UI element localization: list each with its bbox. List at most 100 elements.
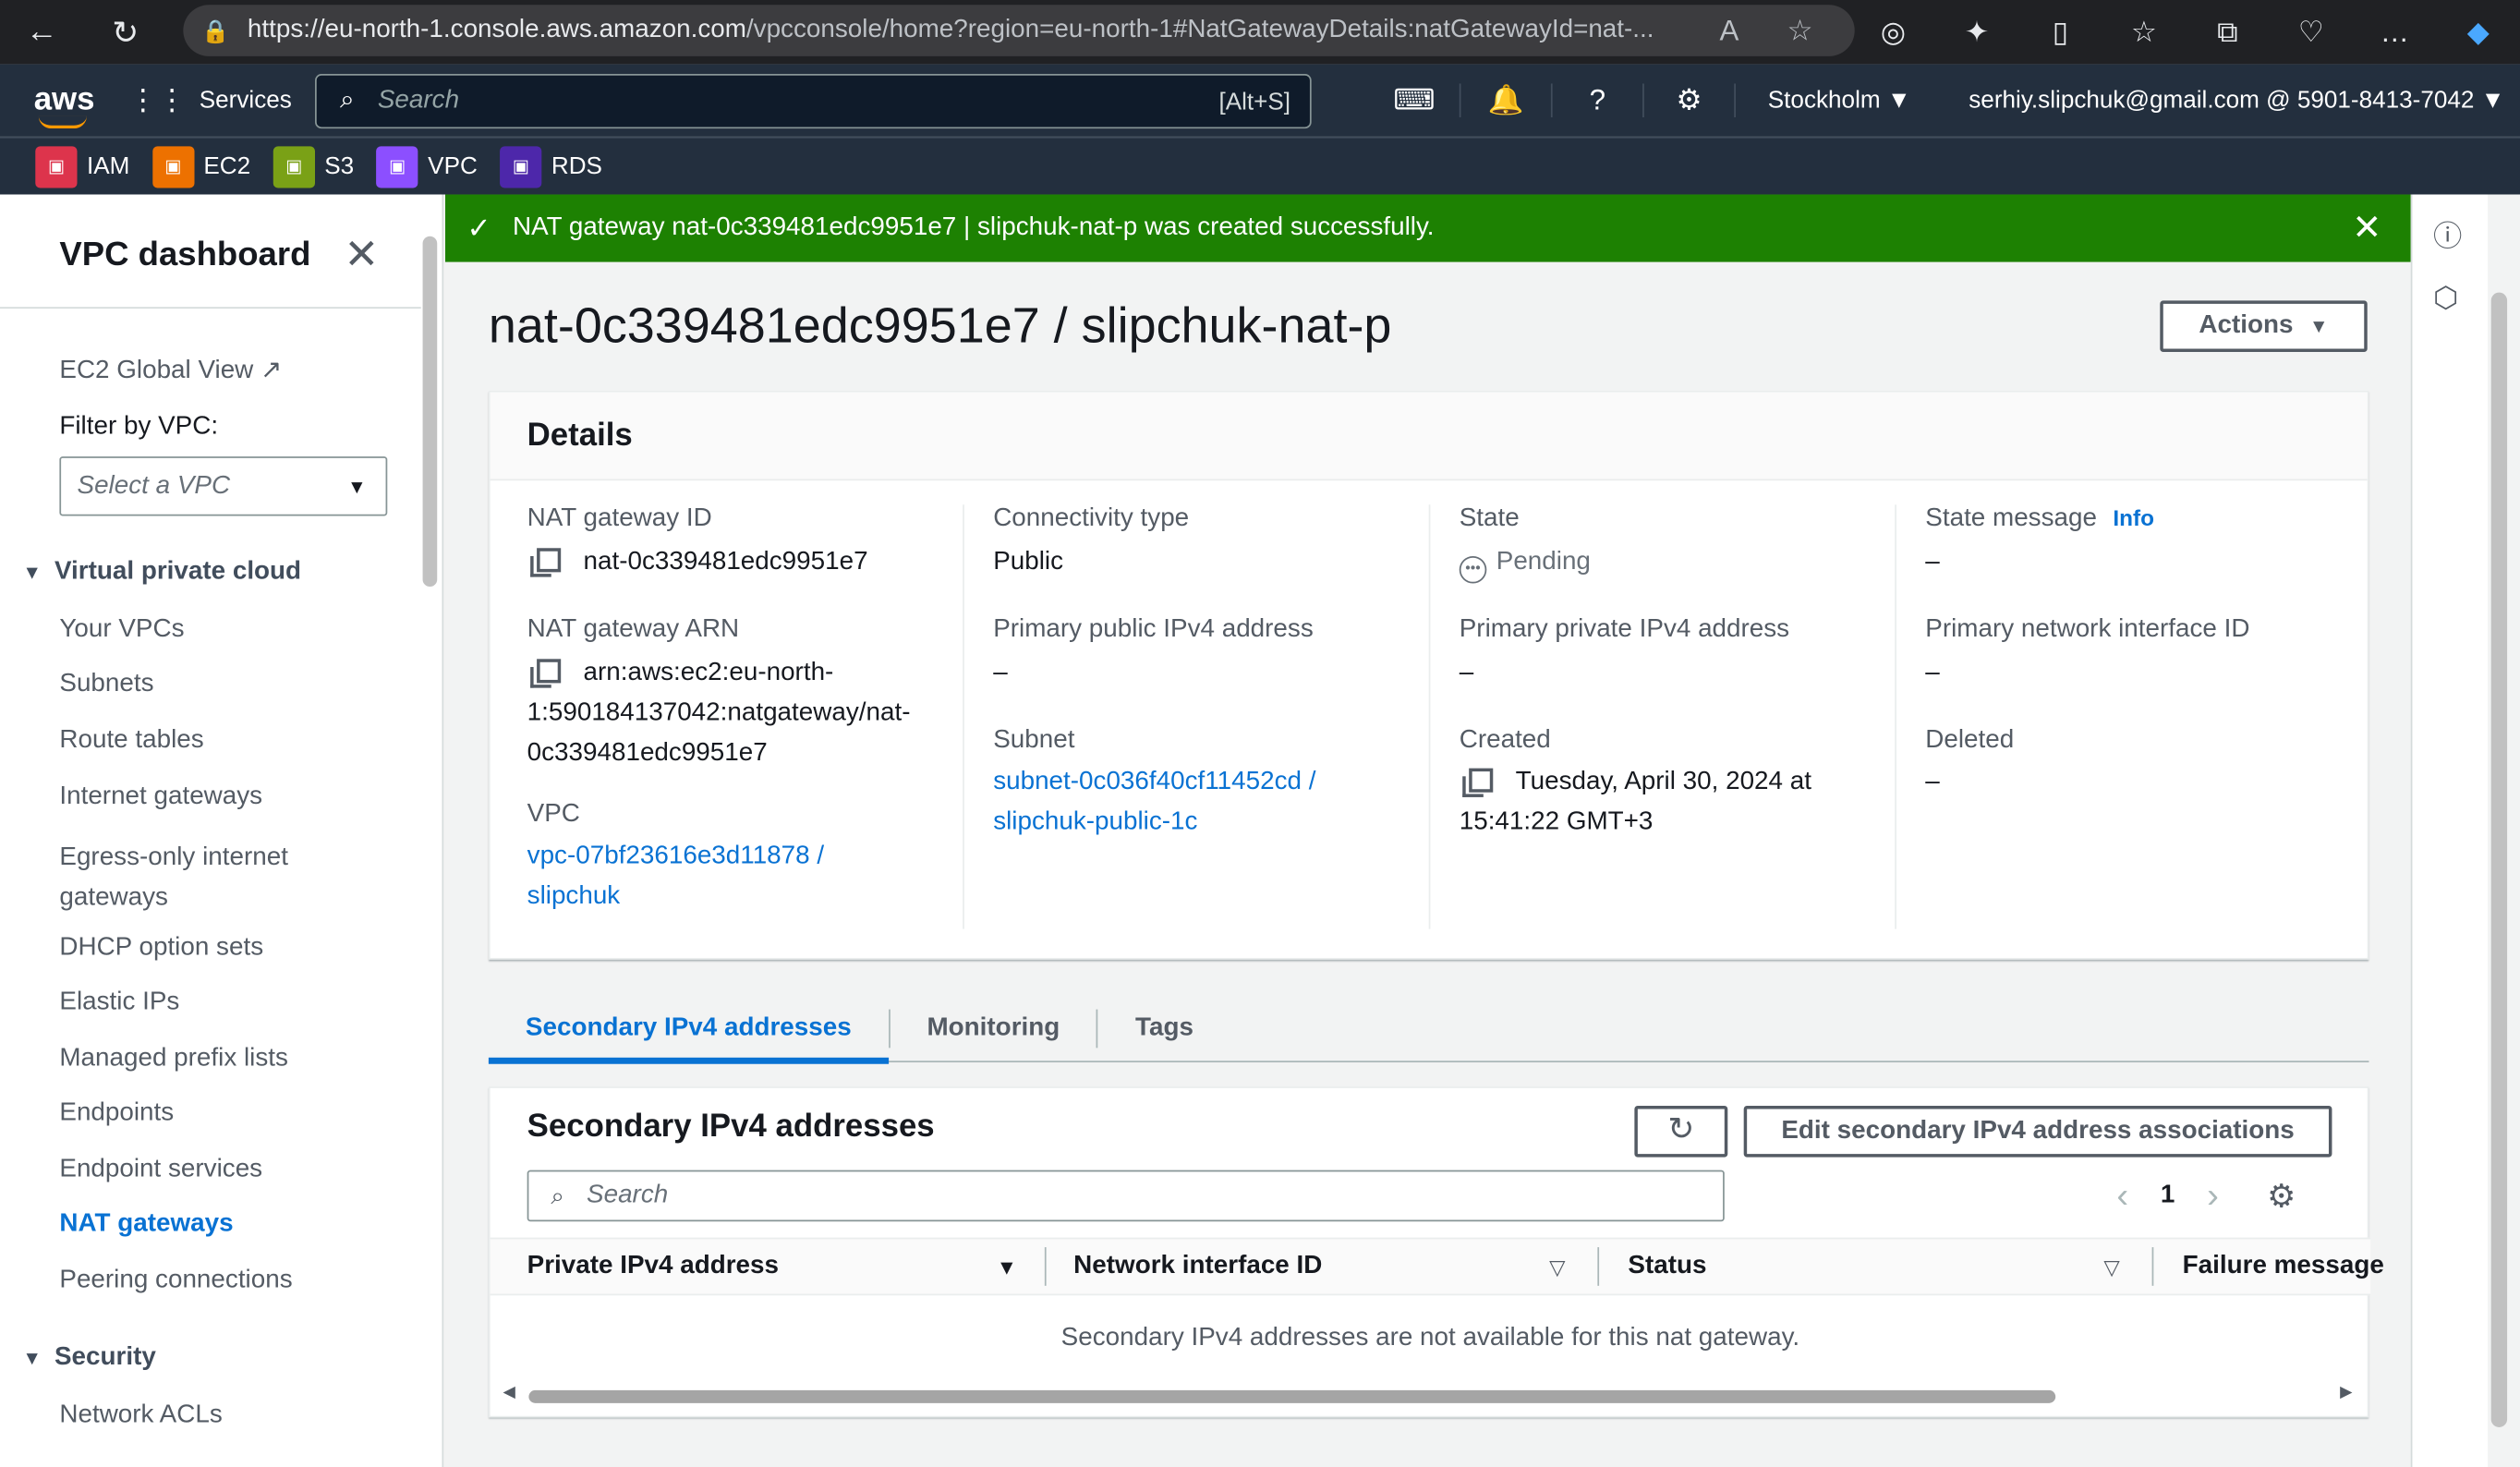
read-aloud-icon[interactable]: A	[1694, 14, 1765, 48]
sidebar-item-elastic-ips[interactable]: Elastic IPs	[59, 988, 179, 1017]
details-panel: Details NAT gateway ID nat-0c339481edc99…	[488, 390, 2369, 960]
sidebar-item-label: EC2 Global View	[59, 357, 254, 384]
back-icon[interactable]: ←	[0, 14, 83, 51]
nat-gateway-id-label: NAT gateway ID	[527, 504, 712, 532]
favorite-vpc[interactable]: ▣ VPC	[376, 145, 478, 188]
caret-down-icon: ▼	[22, 1346, 42, 1370]
notifications-icon[interactable]: 🔔	[1460, 83, 1553, 118]
favorite-label: S3	[324, 152, 355, 180]
help-icon[interactable]: ?	[1553, 83, 1644, 118]
sidebar-item-endpoints[interactable]: Endpoints	[59, 1099, 174, 1128]
hexagon-icon[interactable]: ⬡	[2433, 281, 2458, 315]
sidebar-item-route-tables[interactable]: Route tables	[59, 726, 203, 755]
collections-icon[interactable]: ⧉	[2186, 16, 2269, 50]
column-header-failure-message[interactable]: Failure message	[2183, 1252, 2384, 1280]
page-number[interactable]: 1	[2161, 1182, 2175, 1210]
tab-tags[interactable]: Tags	[1098, 1009, 1230, 1048]
services-menu[interactable]: ⋮⋮ Services	[128, 83, 305, 117]
sort-icon[interactable]: ▽	[2103, 1255, 2119, 1281]
pagination: ‹ 1 › ⚙	[2116, 1175, 2296, 1217]
column-divider[interactable]	[2151, 1247, 2154, 1286]
vpc-filter-select[interactable]: Select a VPC ▼	[59, 456, 388, 516]
details-heading: Details	[490, 392, 2368, 481]
section-virtual-private-cloud[interactable]: ▼ Virtual private cloud	[22, 558, 301, 587]
favorite-star-icon[interactable]: ☆	[1764, 14, 1835, 48]
global-search-input[interactable]: ⌕ Search [Alt+S]	[315, 74, 1312, 129]
scroll-left-icon[interactable]: ◀	[503, 1384, 515, 1401]
sidebar-item-ec2-global-view[interactable]: EC2 Global View ↗	[59, 354, 282, 386]
favorite-s3[interactable]: ▣ S3	[273, 145, 355, 188]
sidebar-item-internet-gateways[interactable]: Internet gateways	[59, 782, 262, 811]
sidebar-item-network-acls[interactable]: Network ACLs	[59, 1401, 222, 1430]
account-menu[interactable]: serhiy.slipchuk@gmail.com @ 5901-8413-70…	[1969, 87, 2504, 115]
filter-label: Filter by VPC:	[59, 413, 219, 441]
chevron-left-icon[interactable]: ‹	[2116, 1175, 2128, 1217]
aws-logo[interactable]: aws	[0, 82, 128, 129]
sort-icon[interactable]: ▽	[1549, 1255, 1565, 1281]
cloudshell-icon[interactable]: ⌨	[1369, 83, 1461, 118]
horizontal-scrollbar-thumb[interactable]	[528, 1389, 2056, 1403]
edit-secondary-ipv4-button[interactable]: Edit secondary IPv4 address associations	[1743, 1105, 2332, 1158]
sidebar-item-nat-gateways[interactable]: NAT gateways	[59, 1210, 233, 1239]
more-icon[interactable]: …	[2353, 16, 2436, 50]
close-icon[interactable]: ✕	[344, 230, 379, 280]
section-label: Virtual private cloud	[54, 557, 302, 586]
copilot-icon[interactable]: ◆	[2437, 16, 2520, 50]
search-placeholder: Search	[377, 86, 460, 115]
refresh-button[interactable]: ↻	[1634, 1105, 1728, 1158]
vpc-link[interactable]: vpc-07bf23616e3d11878 / slipchuk	[527, 836, 824, 916]
url-text[interactable]: https://eu-north-1.console.aws.amazon.co…	[248, 16, 1694, 44]
subnet-label: Subnet	[993, 726, 1075, 754]
sidebar-item-endpoint-services[interactable]: Endpoint services	[59, 1156, 262, 1184]
copy-icon[interactable]	[1462, 768, 1494, 797]
search-shortcut: [Alt+S]	[1218, 87, 1291, 115]
favorites-icon[interactable]: ☆	[2102, 16, 2186, 50]
settings-gear-icon[interactable]: ⚙	[1644, 83, 1736, 118]
sidebar-item-managed-prefix-lists[interactable]: Managed prefix lists	[59, 1045, 288, 1073]
info-link[interactable]: Info	[2113, 504, 2154, 530]
favorite-rds[interactable]: ▣ RDS	[500, 145, 602, 188]
copy-icon[interactable]	[530, 659, 562, 688]
main-content: ✓ NAT gateway nat-0c339481edc9951e7 | sl…	[444, 194, 2411, 1467]
chevron-right-icon[interactable]: ›	[2207, 1175, 2219, 1217]
actions-button[interactable]: Actions ▼	[2160, 300, 2368, 353]
reload-icon[interactable]: ↻	[83, 12, 166, 52]
sidebar-item-your-vpcs[interactable]: Your VPCs	[59, 615, 184, 644]
lock-icon[interactable]: 🔒	[183, 17, 248, 44]
column-divider[interactable]	[1597, 1247, 1600, 1286]
address-bar[interactable]: 🔒 https://eu-north-1.console.aws.amazon.…	[183, 5, 1855, 56]
section-security[interactable]: ▼ Security	[22, 1343, 155, 1372]
main-scrollbar-thumb[interactable]	[2490, 292, 2508, 1427]
subnet-link[interactable]: subnet-0c036f40cf11452cd / slipchuk-publ…	[993, 762, 1315, 843]
state-message-value: –	[1925, 548, 1940, 576]
tab-secondary-ipv4-addresses[interactable]: Secondary IPv4 addresses	[488, 1008, 890, 1063]
search-icon: ⌕	[551, 1182, 565, 1210]
column-header-network-interface-id[interactable]: Network interface ID	[1073, 1252, 1322, 1280]
column-header-private-ipv4[interactable]: Private IPv4 address	[527, 1252, 779, 1280]
favorite-ec2[interactable]: ▣ EC2	[151, 145, 250, 188]
sidebar-item-dhcp-option-sets[interactable]: DHCP option sets	[59, 934, 263, 963]
split-screen-icon[interactable]: ▯	[2018, 16, 2102, 50]
copy-icon[interactable]	[530, 548, 562, 577]
sidebar-title[interactable]: VPC dashboard	[59, 236, 310, 275]
table-search-input[interactable]: ⌕ Search	[527, 1170, 1725, 1222]
sidebar-item-egress-only-internet-gateways[interactable]: Egress-only internet gateways	[59, 837, 333, 917]
scroll-right-icon[interactable]: ▶	[2340, 1384, 2352, 1401]
health-icon[interactable]: ♡	[2270, 16, 2353, 50]
region-selector[interactable]: Stockholm ▼	[1768, 87, 1911, 115]
extension-icon[interactable]: ◎	[1851, 16, 1934, 50]
sidebar-item-peering-connections[interactable]: Peering connections	[59, 1267, 292, 1295]
column-header-status[interactable]: Status	[1628, 1252, 1706, 1280]
close-icon[interactable]: ✕	[2352, 207, 2381, 249]
sidebar-item-subnets[interactable]: Subnets	[59, 670, 153, 698]
tab-monitoring[interactable]: Monitoring	[890, 1008, 1099, 1048]
puzzle-icon[interactable]: ✦	[1935, 16, 2018, 50]
info-panel-icon[interactable]: ⓘ	[2433, 213, 2462, 255]
arn-line: 0c339481edc9951e7	[527, 739, 768, 767]
column-divider[interactable]	[1044, 1247, 1047, 1286]
table-settings-gear-icon[interactable]: ⚙	[2267, 1176, 2296, 1216]
sort-descending-icon[interactable]: ▼	[997, 1255, 1017, 1279]
favorite-iam[interactable]: ▣ IAM	[35, 145, 129, 188]
sidebar-scrollbar-thumb[interactable]	[422, 236, 438, 588]
services-label: Services	[199, 86, 292, 115]
